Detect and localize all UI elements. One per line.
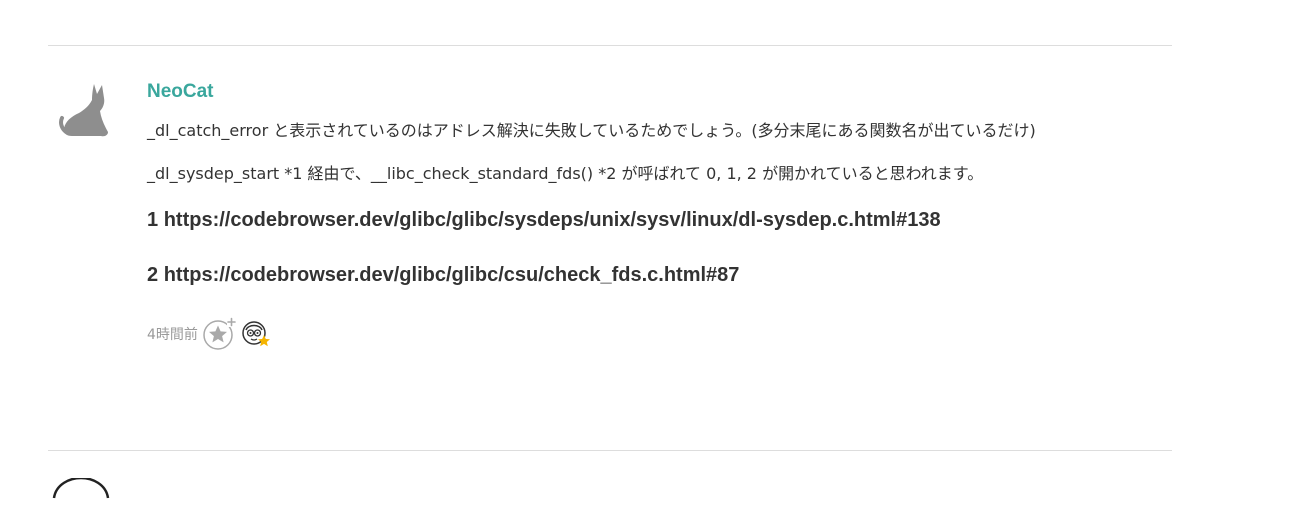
comment-username-link[interactable]: NeoCat — [147, 80, 1177, 104]
comment-timestamp[interactable]: 4時間前 — [147, 324, 198, 344]
cat-avatar-icon[interactable] — [58, 82, 110, 138]
next-comment-avatar-icon[interactable] — [50, 476, 112, 518]
comment-divider-top — [48, 45, 1172, 46]
comment-paragraph: _dl_catch_error と表示されているのはアドレス解決に失敗しているた… — [147, 121, 1036, 140]
footnote-2: 2 https://codebrowser.dev/glibc/glibc/cs… — [147, 262, 1177, 288]
footnote-link[interactable]: https://codebrowser.dev/glibc/glibc/csu/… — [164, 264, 740, 286]
add-star-icon[interactable] — [202, 317, 236, 351]
footnote-number: 2 — [147, 264, 159, 286]
comment-paragraph: _dl_sysdep_start *1 経由で、__libc_check_sta… — [147, 164, 984, 183]
footnote-number: 1 — [147, 209, 159, 231]
footnote-1: 1 https://codebrowser.dev/glibc/glibc/sy… — [147, 207, 1177, 233]
comment-meta: 4時間前 — [147, 314, 1177, 354]
comment-divider-bottom — [48, 450, 1172, 451]
starred-user-avatar-icon[interactable] — [240, 318, 272, 350]
footnote-link[interactable]: https://codebrowser.dev/glibc/glibc/sysd… — [164, 209, 941, 231]
comment-body: NeoCat _dl_catch_error と表示されているのはアドレス解決に… — [147, 80, 1177, 354]
